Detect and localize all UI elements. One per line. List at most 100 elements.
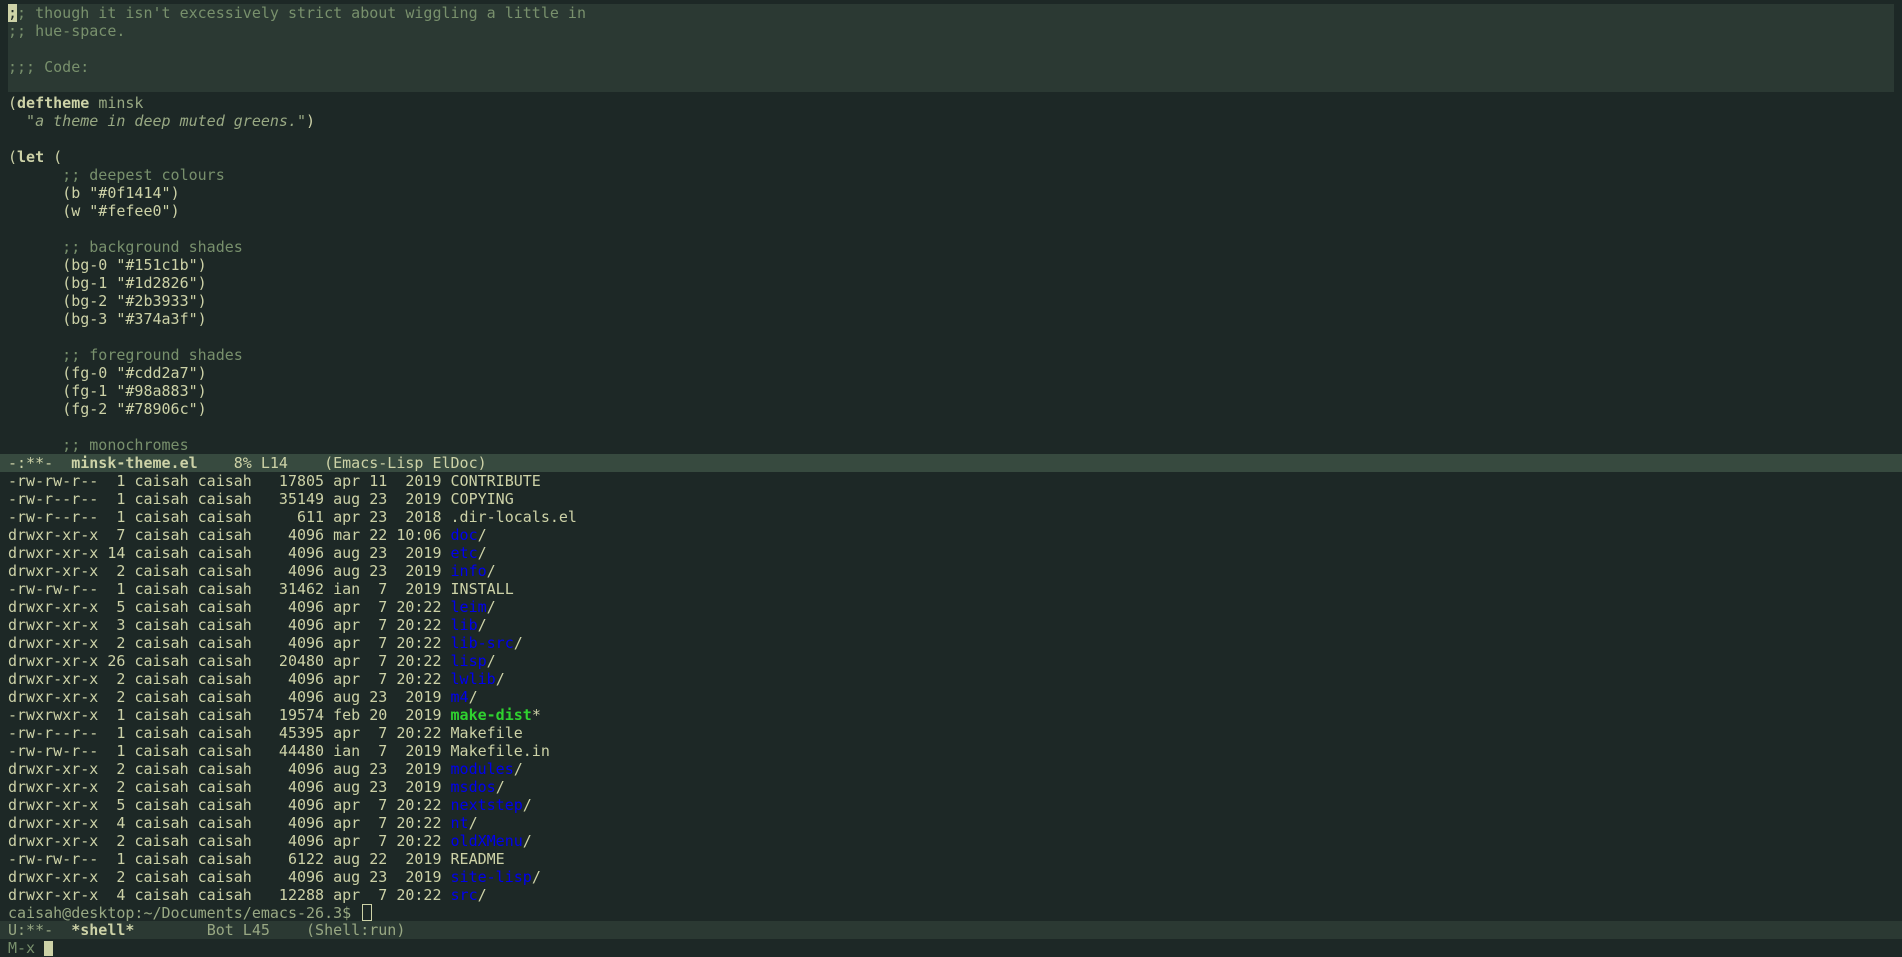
executable-name[interactable]: make-dist <box>451 706 532 724</box>
editor-window[interactable]: ;; though it isn't excessively strict ab… <box>0 0 1902 454</box>
directory-name[interactable]: msdos <box>451 778 496 796</box>
ls-row: drwxr-xr-x 2 caisah caisah 4096 aug 23 2… <box>8 562 496 580</box>
file-name[interactable]: INSTALL <box>451 580 514 598</box>
file-date: apr 7 20:22 <box>333 814 442 832</box>
code-line[interactable] <box>0 220 1902 238</box>
modeline-mode[interactable]: (Emacs-Lisp ElDoc) <box>324 454 487 472</box>
directory-name[interactable]: info <box>451 562 487 580</box>
directory-name[interactable]: etc <box>451 544 478 562</box>
code-line[interactable]: (bg-2 "#2b3933") <box>0 292 1902 310</box>
code-line[interactable]: ;;; Code: <box>0 58 1902 76</box>
file-links: 5 <box>107 598 126 616</box>
code-line[interactable]: (fg-2 "#78906c") <box>0 400 1902 418</box>
file-size: 4096 <box>251 544 325 562</box>
theme-name: minsk <box>98 94 144 112</box>
file-links: 5 <box>107 796 126 814</box>
ls-row: drwxr-xr-x 26 caisah caisah 20480 apr 7 … <box>8 652 496 670</box>
code-line[interactable]: ;; though it isn't excessively strict ab… <box>0 4 1902 22</box>
directory-name[interactable]: nt <box>451 814 469 832</box>
code-line[interactable]: (bg-0 "#151c1b") <box>0 256 1902 274</box>
file-date: aug 23 2019 <box>333 562 442 580</box>
file-owner: caisah <box>134 580 189 598</box>
code-line[interactable]: ;; background shades <box>0 238 1902 256</box>
directory-name[interactable]: lwlib <box>451 670 496 688</box>
code-line[interactable]: ;; monochromes <box>0 436 1902 454</box>
file-name[interactable]: Makefile.in <box>451 742 550 760</box>
directory-name[interactable]: modules <box>451 760 514 778</box>
directory-name[interactable]: doc <box>451 526 478 544</box>
code-line[interactable]: (bg-3 "#374a3f") <box>0 310 1902 328</box>
file-owner: caisah <box>134 598 189 616</box>
file-size: 4096 <box>251 832 325 850</box>
file-group: caisah <box>197 616 252 634</box>
file-name[interactable]: README <box>451 850 505 868</box>
file-links: 2 <box>107 562 126 580</box>
shell-window[interactable]: -rw-rw-r-- 1 caisah caisah 17805 apr 11 … <box>0 472 1902 930</box>
code-line[interactable]: (b "#0f1414") <box>0 184 1902 202</box>
modeline-buffer-name[interactable]: minsk-theme.el <box>71 454 197 472</box>
file-group: caisah <box>197 526 252 544</box>
mode-line-editor[interactable]: -:**- minsk-theme.el 8% L14 (Emacs-Lisp … <box>0 454 1902 472</box>
file-size: 12288 <box>251 886 325 904</box>
code-line[interactable]: (let ( <box>0 148 1902 166</box>
code-line[interactable] <box>0 40 1902 58</box>
directory-name[interactable]: leim <box>451 598 487 616</box>
file-name[interactable]: Makefile <box>451 724 523 742</box>
directory-name[interactable]: m4 <box>451 688 469 706</box>
ls-row: drwxr-xr-x 5 caisah caisah 4096 apr 7 20… <box>8 796 532 814</box>
minibuffer[interactable]: M-x <box>0 939 1902 957</box>
code-line[interactable] <box>0 418 1902 436</box>
file-permissions: -rw-r--r-- <box>8 724 99 742</box>
code-line[interactable]: ;; hue-space. <box>0 22 1902 40</box>
mode-line-shell[interactable]: U:**- *shell* Bot L45 (Shell:run) <box>0 921 1902 939</box>
code-line[interactable]: ;; foreground shades <box>0 346 1902 364</box>
code-line[interactable] <box>0 76 1902 94</box>
shell-prompt-line[interactable]: caisah@desktop:~/Documents/emacs-26.3$ <box>0 904 1902 922</box>
code-line[interactable] <box>0 328 1902 346</box>
file-date: apr 7 20:22 <box>333 634 442 652</box>
directory-name[interactable]: lisp <box>451 652 487 670</box>
binding-name: bg-0 <box>71 256 108 274</box>
shell-output: -rw-rw-r-- 1 caisah caisah 17805 apr 11 … <box>0 472 1902 904</box>
file-name[interactable]: COPYING <box>451 490 514 508</box>
code-line[interactable]: ;; deepest colours <box>0 166 1902 184</box>
code-line[interactable]: (bg-1 "#1d2826") <box>0 274 1902 292</box>
modeline-mode[interactable]: (Shell:run) <box>306 921 405 939</box>
file-group: caisah <box>197 814 252 832</box>
ls-row: drwxr-xr-x 2 caisah caisah 4096 aug 23 2… <box>8 868 541 886</box>
code-line[interactable]: (fg-1 "#98a883") <box>0 382 1902 400</box>
file-group: caisah <box>197 472 252 490</box>
directory-name[interactable]: src <box>451 886 478 904</box>
file-permissions: -rw-rw-r-- <box>8 742 99 760</box>
directory-name[interactable]: lib-src <box>451 634 514 652</box>
file-group: caisah <box>197 580 252 598</box>
directory-name[interactable]: oldXMenu <box>451 832 523 850</box>
directory-name[interactable]: lib <box>451 616 478 634</box>
code-line[interactable]: "a theme in deep muted greens.") <box>0 112 1902 130</box>
code-comment: ;;; Code: <box>8 58 90 76</box>
directory-name[interactable]: site-lisp <box>451 868 532 886</box>
file-date: feb 20 2019 <box>333 706 442 724</box>
file-name[interactable]: CONTRIBUTE <box>451 472 541 490</box>
file-size: 4096 <box>251 670 325 688</box>
code-lines[interactable]: ;; though it isn't excessively strict ab… <box>0 4 1902 454</box>
file-size: 31462 <box>251 580 325 598</box>
modeline-buffer-name[interactable]: *shell* <box>71 921 134 939</box>
file-name[interactable]: .dir-locals.el <box>451 508 577 526</box>
file-links: 2 <box>107 868 126 886</box>
ls-row: drwxr-xr-x 5 caisah caisah 4096 apr 7 20… <box>8 598 496 616</box>
binding-name: fg-0 <box>71 364 108 382</box>
ls-row: drwxr-xr-x 2 caisah caisah 4096 aug 23 2… <box>8 760 523 778</box>
code-line[interactable]: (fg-0 "#cdd2a7") <box>0 364 1902 382</box>
file-date: apr 7 20:22 <box>333 598 442 616</box>
code-line[interactable] <box>0 130 1902 148</box>
ls-row: -rw-rw-r-- 1 caisah caisah 6122 aug 22 2… <box>0 850 1902 868</box>
binding-value: "#1d2826" <box>116 274 198 292</box>
directory-name[interactable]: nextstep <box>451 796 523 814</box>
ls-row: drwxr-xr-x 4 caisah caisah 4096 apr 7 20… <box>8 814 478 832</box>
ls-row: -rw-rw-r-- 1 caisah caisah 44480 ian 7 2… <box>0 742 1902 760</box>
code-line[interactable]: (deftheme minsk <box>0 94 1902 112</box>
code-line[interactable]: (w "#fefee0") <box>0 202 1902 220</box>
